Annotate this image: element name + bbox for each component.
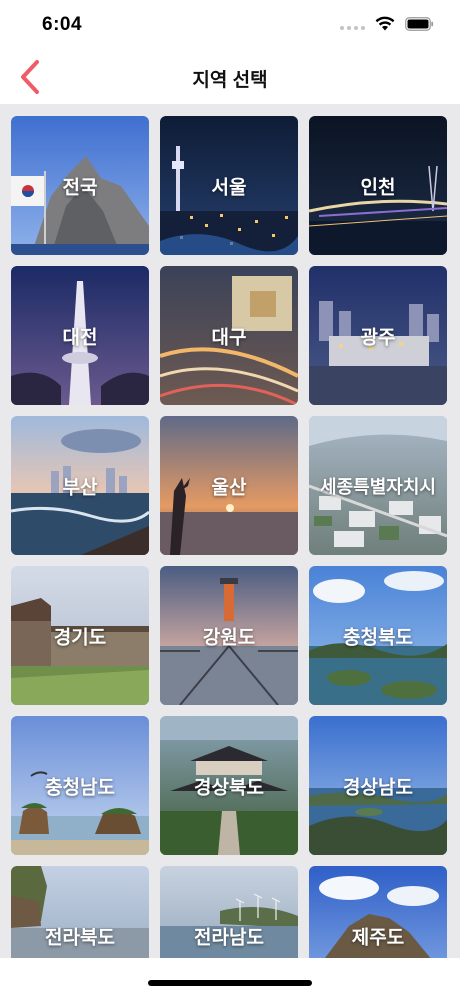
region-tile-sejong[interactable]: 세종특별자치시 [309, 416, 447, 555]
region-label: 세종특별자치시 [320, 476, 436, 497]
region-tile-jeonnam[interactable]: 전라남도 [160, 866, 298, 958]
region-tile-incheon[interactable]: 인천 [309, 116, 447, 255]
region-tile-ulsan[interactable]: 울산 [160, 416, 298, 555]
region-tile-gangwon[interactable]: 강원도 [160, 566, 298, 705]
region-label: 대구 [211, 327, 247, 348]
wifi-icon [375, 16, 395, 31]
region-tile-jeonbuk[interactable]: 전라북도 [11, 866, 149, 958]
region-tile-seoul[interactable]: 서울 [160, 116, 298, 255]
region-tile-national[interactable]: 전국 [11, 116, 149, 255]
region-tile-gyeongbuk[interactable]: 경상북도 [160, 716, 298, 855]
page-title: 지역 선택 [192, 70, 268, 91]
region-label: 경기도 [53, 627, 107, 648]
region-label: 대전 [62, 327, 98, 348]
region-tile-jeju[interactable]: 제주도 [309, 866, 447, 958]
region-tile-gyeongnam[interactable]: 경상남도 [309, 716, 447, 855]
region-label: 강원도 [202, 627, 256, 648]
battery-icon [405, 16, 434, 31]
region-tile-gwangju[interactable]: 광주 [309, 266, 447, 405]
navigation-bar: 지역 선택 [0, 50, 460, 104]
region-label: 충청남도 [45, 777, 115, 798]
status-indicators [340, 16, 434, 31]
region-label: 전라남도 [194, 927, 264, 948]
region-label: 전국 [62, 177, 98, 198]
region-tile-busan[interactable]: 부산 [11, 416, 149, 555]
region-label: 광주 [360, 327, 396, 348]
region-tile-chungnam[interactable]: 충청남도 [11, 716, 149, 855]
region-grid-container: 전국 서울 인천 대전 대구 광주 부산 울산 세종특별자치시 경기도 강원도 … [0, 104, 460, 958]
region-label: 서울 [211, 177, 247, 198]
region-label: 부산 [62, 477, 98, 498]
status-time: 6:04 [42, 14, 83, 35]
region-label: 제주도 [351, 927, 405, 948]
home-indicator-area [0, 958, 460, 996]
region-label: 인천 [360, 177, 396, 198]
region-tile-gyeonggi[interactable]: 경기도 [11, 566, 149, 705]
region-label: 전라북도 [45, 927, 115, 948]
region-tile-daegu[interactable]: 대구 [160, 266, 298, 405]
region-tile-daejeon[interactable]: 대전 [11, 266, 149, 405]
region-label: 충청북도 [343, 627, 413, 648]
region-tile-chungbuk[interactable]: 충청북도 [309, 566, 447, 705]
region-label: 경상남도 [343, 777, 413, 798]
region-grid: 전국 서울 인천 대전 대구 광주 부산 울산 세종특별자치시 경기도 강원도 … [11, 116, 449, 958]
region-label: 경상북도 [194, 777, 264, 798]
status-bar: 6:04 [0, 0, 460, 50]
home-indicator[interactable] [148, 980, 312, 986]
region-label: 울산 [211, 477, 247, 498]
signal-icon [340, 18, 365, 30]
